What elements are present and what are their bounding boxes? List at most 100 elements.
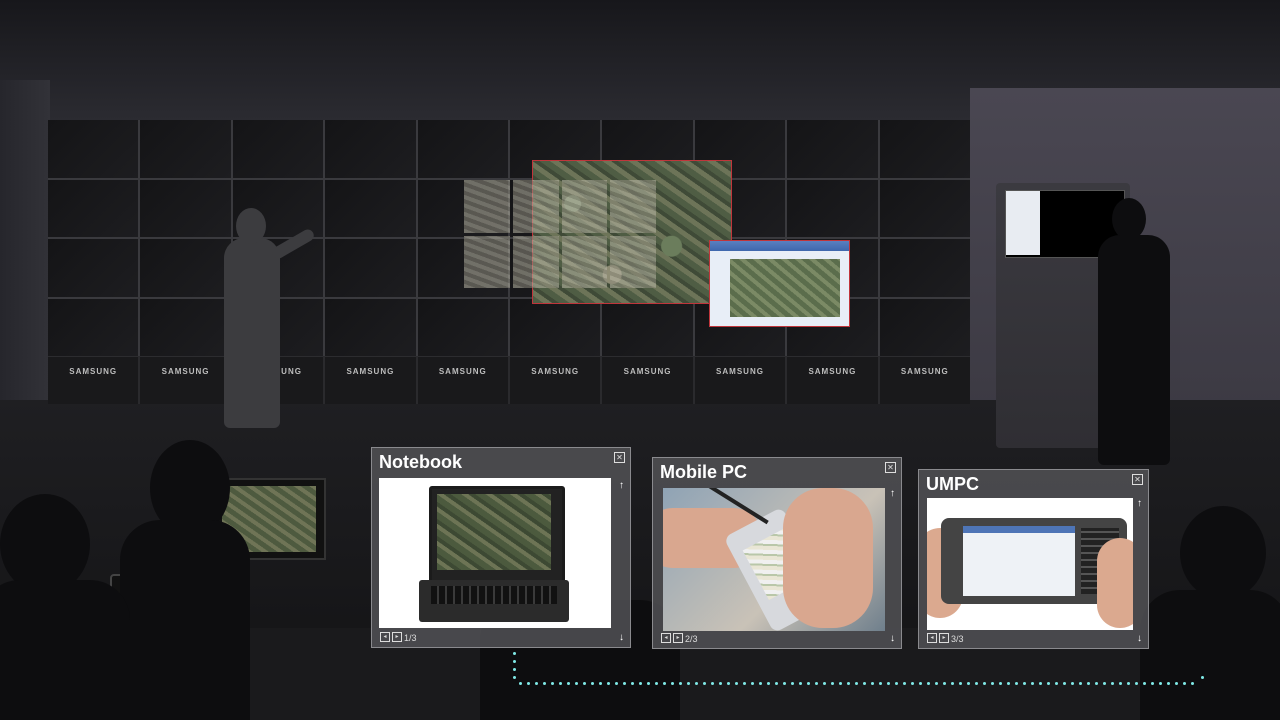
video-wall-panel xyxy=(787,179,878,237)
map-tile xyxy=(512,235,559,288)
connection-dot xyxy=(999,682,1002,685)
video-wall-panel xyxy=(879,298,970,356)
map-tile xyxy=(610,235,656,288)
connection-dot xyxy=(559,682,562,685)
samsung-label: SAMSUNG xyxy=(140,356,231,404)
connection-dot xyxy=(783,682,786,685)
connection-dot xyxy=(1111,682,1114,685)
arrow-up-icon[interactable]: ↑ xyxy=(1137,498,1142,509)
prev-icon[interactable]: ◂ xyxy=(927,633,937,643)
connection-dot xyxy=(1063,682,1066,685)
arrow-up-icon[interactable]: ↑ xyxy=(619,480,624,491)
connection-dot xyxy=(767,682,770,685)
video-wall-panel xyxy=(325,239,416,297)
video-wall-panel xyxy=(879,179,970,237)
connection-dot xyxy=(575,682,578,685)
notebook-card[interactable]: Notebook ✕ ↑ ◂ ▸ 1/3 ↓ xyxy=(371,447,631,648)
connection-dot xyxy=(1135,682,1138,685)
video-wall-panel xyxy=(787,120,878,178)
umpc-image xyxy=(927,498,1133,630)
arrow-up-icon[interactable]: ↑ xyxy=(890,488,895,499)
arrow-down-icon[interactable]: ↓ xyxy=(619,632,624,643)
page-indicator: 1/3 xyxy=(404,633,417,643)
video-wall-panel xyxy=(140,239,231,297)
umpc-card[interactable]: UMPC ✕ ↑ ◂ ▸ 3/3 ↓ xyxy=(918,469,1149,649)
laptop-keyboard xyxy=(431,586,557,604)
connection-dot xyxy=(543,682,546,685)
connection-dot xyxy=(847,682,850,685)
connection-dot xyxy=(839,682,842,685)
video-wall-panel xyxy=(48,298,139,356)
connection-dot xyxy=(1095,682,1098,685)
connection-dot xyxy=(527,682,530,685)
umpc-titlebar xyxy=(963,526,1075,533)
connection-dot xyxy=(1201,676,1204,679)
next-icon[interactable]: ▸ xyxy=(939,633,949,643)
arrow-down-icon[interactable]: ↓ xyxy=(1137,633,1142,644)
mobile-pc-card[interactable]: Mobile PC ✕ ↑ ◂ ▸ 2/3 ↓ xyxy=(652,457,902,649)
card-pager: ◂ ▸ xyxy=(927,633,949,643)
next-icon[interactable]: ▸ xyxy=(673,633,683,643)
connection-dot xyxy=(1159,682,1162,685)
arrow-down-icon[interactable]: ↓ xyxy=(890,633,895,644)
connection-dot xyxy=(815,682,818,685)
connection-dot xyxy=(1103,682,1106,685)
video-wall-panel xyxy=(879,239,970,297)
close-icon[interactable]: ✕ xyxy=(885,462,896,473)
connection-dot xyxy=(671,682,674,685)
card-title: Notebook xyxy=(379,452,462,472)
connection-dot xyxy=(513,660,516,663)
video-wall-panel xyxy=(879,120,970,178)
next-icon[interactable]: ▸ xyxy=(392,632,402,642)
map-tile xyxy=(561,180,608,233)
connection-dot xyxy=(943,682,946,685)
connection-dot xyxy=(799,682,802,685)
connection-dot xyxy=(1087,682,1090,685)
connection-dot xyxy=(1127,682,1130,685)
close-icon[interactable]: ✕ xyxy=(614,452,625,463)
video-wall-panel xyxy=(140,120,231,178)
connection-dot xyxy=(735,682,738,685)
connection-dot xyxy=(903,682,906,685)
samsung-label: SAMSUNG xyxy=(417,356,508,404)
connection-dot xyxy=(1183,682,1186,685)
audience-silhouette xyxy=(0,580,130,720)
connection-dot xyxy=(1151,682,1154,685)
card-pager: ◂ ▸ xyxy=(661,633,683,643)
video-wall-panel xyxy=(140,179,231,237)
connection-dot xyxy=(599,682,602,685)
connection-dot xyxy=(703,682,706,685)
connection-dot xyxy=(1143,682,1146,685)
connection-dot xyxy=(655,682,658,685)
connection-dot xyxy=(871,682,874,685)
close-icon[interactable]: ✕ xyxy=(1132,474,1143,485)
video-wall-panel xyxy=(232,120,324,178)
connection-dot xyxy=(663,682,666,685)
connection-dot xyxy=(513,676,516,679)
connection-dot xyxy=(623,682,626,685)
laptop-map-image xyxy=(437,494,551,570)
connection-dot xyxy=(1039,682,1042,685)
audience-head xyxy=(0,494,90,594)
connection-dot xyxy=(927,682,930,685)
prev-icon[interactable]: ◂ xyxy=(380,632,390,642)
connection-dot xyxy=(615,682,618,685)
connection-dot xyxy=(711,682,714,685)
prev-icon[interactable]: ◂ xyxy=(661,633,671,643)
connection-dot xyxy=(863,682,866,685)
connection-dot xyxy=(807,682,810,685)
video-wall-panel xyxy=(48,120,139,178)
video-wall-panel xyxy=(48,239,139,297)
video-wall-panel xyxy=(325,120,416,178)
connection-dot xyxy=(1071,682,1074,685)
connection-dot xyxy=(879,682,882,685)
connection-dot xyxy=(743,682,746,685)
connection-dot xyxy=(991,682,994,685)
connection-dot xyxy=(519,682,522,685)
gis-app-window[interactable] xyxy=(709,240,850,327)
connection-dot xyxy=(959,682,962,685)
connection-dot xyxy=(727,682,730,685)
samsung-label: SAMSUNG xyxy=(787,356,878,404)
connection-dot xyxy=(759,682,762,685)
video-wall-panel xyxy=(325,179,416,237)
